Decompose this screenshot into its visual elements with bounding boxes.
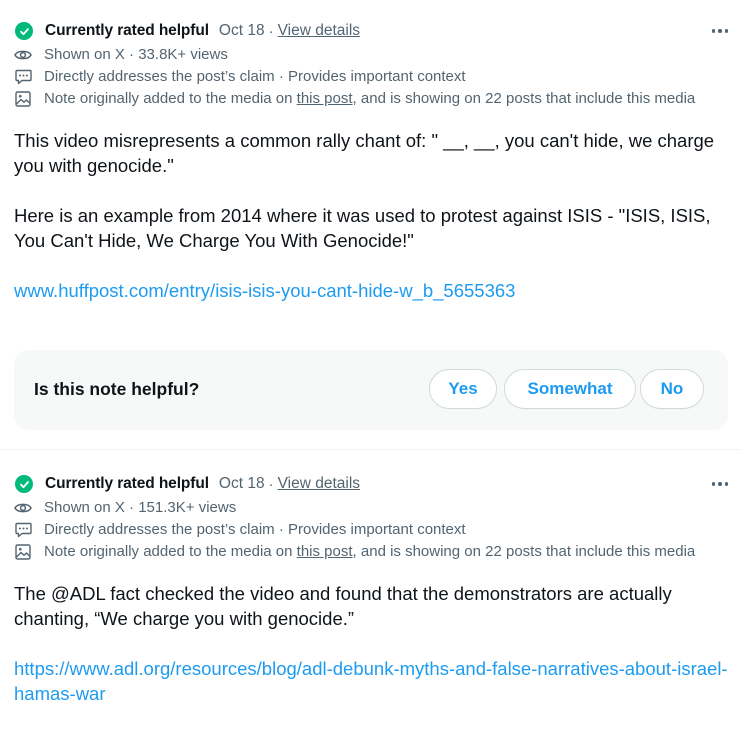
community-note-2: Currently rated helpful Oct 18 · View de… xyxy=(14,473,728,706)
note-body: The @ADL fact checked the video and foun… xyxy=(14,581,728,706)
separator-dot: · xyxy=(268,22,274,40)
speech-bubble-icon xyxy=(14,520,32,539)
image-icon xyxy=(14,542,32,561)
media-row: Note originally added to the media on th… xyxy=(14,89,728,108)
source-link[interactable]: https://www.adl.org/resources/blog/adl-d… xyxy=(14,656,728,706)
media-text-suffix: , and is showing on 22 posts that includ… xyxy=(352,90,696,107)
note-paragraph: This video misrepresents a common rally … xyxy=(14,130,715,176)
rate-somewhat-button[interactable]: Somewhat xyxy=(504,369,636,409)
media-text: Note originally added to the media on th… xyxy=(44,542,695,561)
note-date: Oct 18 xyxy=(218,22,265,39)
media-text: Note originally added to the media on th… xyxy=(44,89,695,108)
rate-no-button[interactable]: No xyxy=(640,369,704,409)
view-details-link[interactable]: View details xyxy=(278,475,360,493)
media-text-prefix: Note originally added to the media on xyxy=(44,90,297,107)
more-horizontal-icon[interactable] xyxy=(700,473,728,495)
helpful-rating-panel: Is this note helpful? Yes Somewhat No xyxy=(14,350,728,430)
notes-divider xyxy=(0,449,741,450)
shown-on-text: Shown on X · 151.3K+ views xyxy=(44,499,237,516)
media-row: Note originally added to the media on th… xyxy=(14,542,728,561)
claim-row: Directly addresses the post’s claim · Pr… xyxy=(14,520,728,539)
image-icon xyxy=(14,89,32,108)
note-date: Oct 18 xyxy=(218,475,265,492)
note-paragraph: The @ADL fact checked the video and foun… xyxy=(14,583,672,629)
rate-yes-button[interactable]: Yes xyxy=(429,369,497,409)
note-status: Currently rated helpful xyxy=(45,22,209,39)
this-post-link[interactable]: this post xyxy=(297,543,353,560)
source-link[interactable]: www.huffpost.com/entry/isis-isis-you-can… xyxy=(14,278,515,303)
this-post-link[interactable]: this post xyxy=(297,90,353,107)
note-status-row: Currently rated helpful Oct 18 · View de… xyxy=(14,473,728,495)
shown-on-row: Shown on X · 151.3K+ views xyxy=(14,498,728,517)
separator-dot: · xyxy=(268,475,274,493)
media-text-prefix: Note originally added to the media on xyxy=(44,543,297,560)
note-body: This video misrepresents a common rally … xyxy=(14,128,728,303)
eye-icon xyxy=(14,45,32,64)
speech-bubble-icon xyxy=(14,67,32,86)
note-status: Currently rated helpful xyxy=(45,475,209,492)
community-note-1: Currently rated helpful Oct 18 · View de… xyxy=(14,20,728,303)
check-circle-icon xyxy=(15,22,33,40)
note-paragraph: Here is an example from 2014 where it wa… xyxy=(14,205,711,251)
eye-icon xyxy=(14,498,32,517)
check-circle-icon xyxy=(15,475,33,493)
note-status-row: Currently rated helpful Oct 18 · View de… xyxy=(14,20,728,42)
more-horizontal-icon[interactable] xyxy=(700,20,728,42)
claim-text: Directly addresses the post’s claim · Pr… xyxy=(44,68,466,85)
shown-on-row: Shown on X · 33.8K+ views xyxy=(14,45,728,64)
claim-text: Directly addresses the post’s claim · Pr… xyxy=(44,521,466,538)
shown-on-text: Shown on X · 33.8K+ views xyxy=(44,46,228,63)
claim-row: Directly addresses the post’s claim · Pr… xyxy=(14,67,728,86)
media-text-suffix: , and is showing on 22 posts that includ… xyxy=(352,543,696,560)
helpful-question: Is this note helpful? xyxy=(34,379,200,399)
view-details-link[interactable]: View details xyxy=(278,22,360,40)
